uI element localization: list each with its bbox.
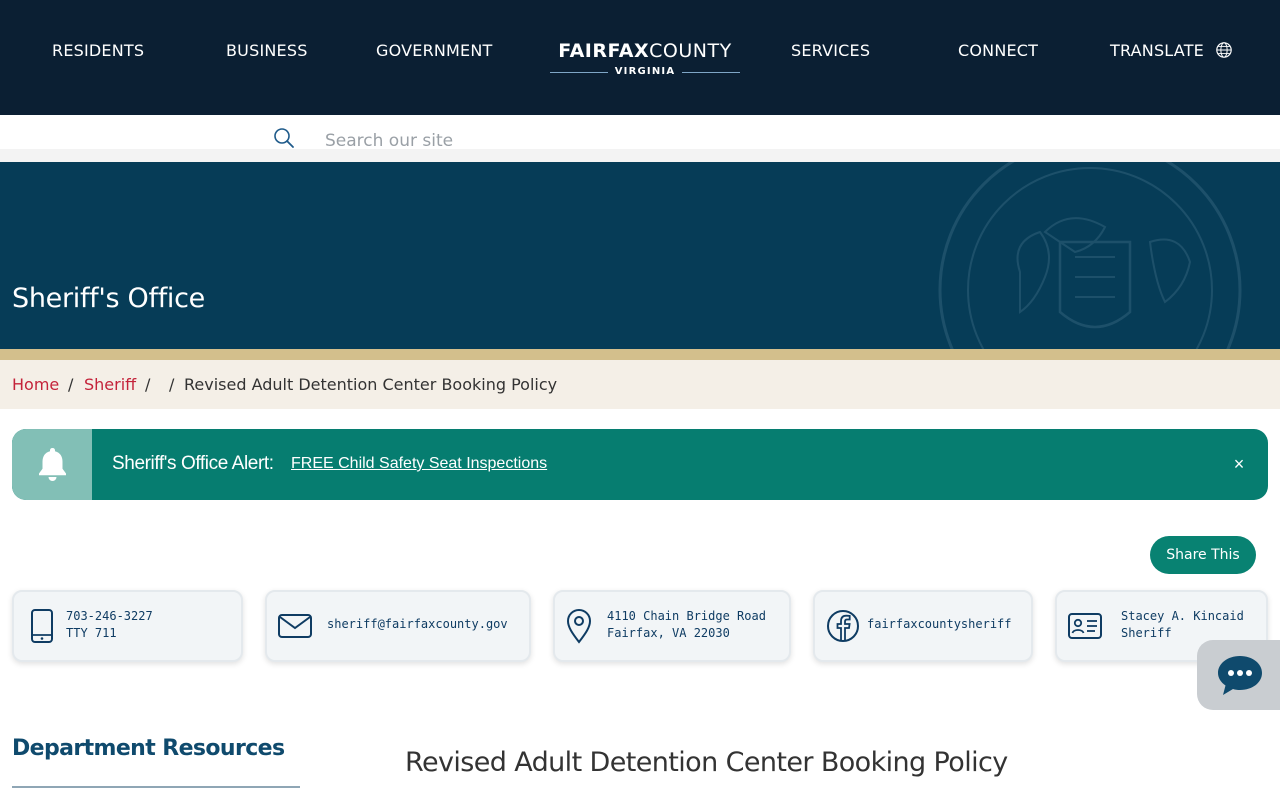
phone-number: 703-246-3227 (66, 609, 153, 623)
nav-services[interactable]: SERVICES (791, 41, 870, 60)
page-title: Sheriff's Office (12, 283, 205, 314)
chat-icon (1218, 656, 1262, 695)
nav-residents[interactable]: RESIDENTS (52, 41, 144, 60)
nav-connect[interactable]: CONNECT (958, 41, 1038, 60)
contact-text: 703-246-3227 TTY 711 (66, 608, 153, 642)
logo-rule-left (550, 72, 608, 73)
county-seal-watermark (938, 162, 1242, 349)
logo-sub-text: VIRGINIA (614, 66, 676, 77)
contact-text: Stacey A. Kincaid Sheriff (1121, 608, 1244, 642)
sheriff-name: Stacey A. Kincaid (1121, 609, 1244, 623)
hero-banner: Sheriff's Office (0, 162, 1280, 349)
logo-light-text: COUNTY (649, 40, 732, 62)
breadcrumb-separator: / (145, 375, 151, 394)
street-address: 4110 Chain Bridge Road (607, 609, 766, 623)
map-pin-icon (566, 609, 592, 644)
chat-button[interactable] (1197, 640, 1280, 710)
breadcrumb-separator: / (68, 375, 74, 394)
fairfax-county-logo[interactable]: FAIRFAXCOUNTY VIRGINIA (550, 40, 740, 80)
contact-card-address[interactable]: 4110 Chain Bridge Road Fairfax, VA 22030 (553, 590, 791, 662)
logo-subtitle: VIRGINIA (550, 66, 740, 78)
alert-link[interactable]: FREE Child Safety Seat Inspections (291, 455, 547, 473)
breadcrumb-current: Revised Adult Detention Center Booking P… (184, 375, 558, 394)
breadcrumb: Home / Sheriff / / Revised Adult Detenti… (0, 360, 1280, 409)
facebook-handle: fairfaxcountysheriff (867, 617, 1012, 631)
search-bar (0, 115, 1280, 162)
gold-divider (0, 349, 1280, 360)
alert-label: Sheriff's Office Alert: (112, 453, 274, 474)
contact-card-facebook[interactable]: fairfaxcountysheriff (813, 590, 1033, 662)
tty-number: TTY 711 (66, 626, 117, 640)
logo-wordmark: FAIRFAXCOUNTY (550, 40, 740, 62)
phone-icon (31, 609, 53, 643)
contact-text: 4110 Chain Bridge Road Fairfax, VA 22030 (607, 608, 766, 642)
facebook-icon (827, 610, 859, 642)
search-icon[interactable] (273, 127, 295, 149)
close-icon[interactable]: × (1227, 453, 1251, 477)
main-heading: Revised Adult Detention Center Booking P… (405, 747, 1008, 778)
bell-icon (39, 448, 66, 481)
share-button[interactable]: Share This (1150, 536, 1256, 574)
breadcrumb-home[interactable]: Home (12, 375, 59, 394)
nav-business[interactable]: BUSINESS (226, 41, 308, 60)
globe-icon (1216, 42, 1233, 58)
id-card-icon (1068, 613, 1102, 639)
breadcrumb-separator: / (169, 375, 175, 394)
sidebar-divider (12, 786, 300, 788)
sheriff-alert-banner: Sheriff's Office Alert: FREE Child Safet… (12, 429, 1268, 500)
contact-card-phone[interactable]: 703-246-3227 TTY 711 (12, 590, 243, 662)
department-resources-heading: Department Resources (12, 736, 285, 761)
top-navigation: RESIDENTS BUSINESS GOVERNMENT FAIRFAXCOU… (0, 0, 1280, 115)
translate-label: TRANSLATE (1110, 41, 1204, 60)
email-address: sheriff@fairfaxcounty.gov (327, 617, 508, 631)
logo-rule-right (682, 72, 740, 73)
search-input[interactable] (325, 128, 1225, 154)
contact-card-email[interactable]: sheriff@fairfaxcounty.gov (265, 590, 531, 662)
breadcrumb-sheriff[interactable]: Sheriff (84, 375, 136, 394)
alert-icon-box (12, 429, 92, 500)
nav-government[interactable]: GOVERNMENT (376, 41, 493, 60)
city-state-zip: Fairfax, VA 22030 (607, 626, 730, 640)
nav-translate[interactable]: TRANSLATE (1110, 41, 1233, 60)
logo-bold-text: FAIRFAX (558, 40, 650, 62)
envelope-icon (278, 614, 312, 638)
